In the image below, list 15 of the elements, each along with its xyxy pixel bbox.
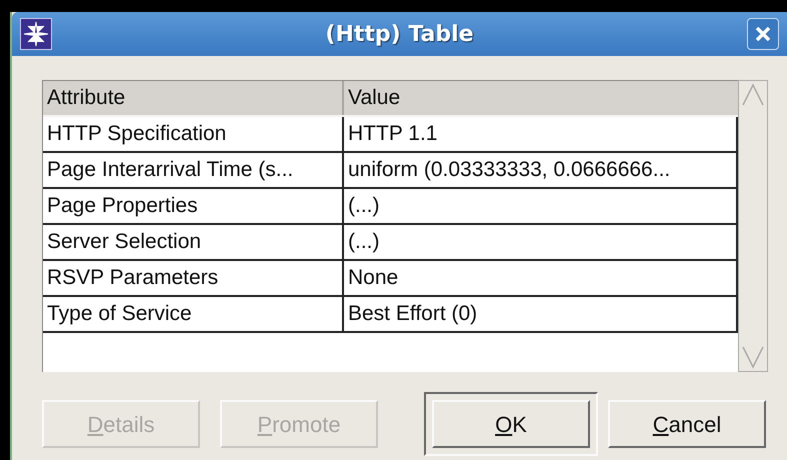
dialog-button[interactable]: Cancel: [608, 400, 766, 448]
table-cell: HTTP Specification: [43, 117, 344, 151]
table-cell: Page Properties: [43, 189, 344, 223]
table-cell: Type of Service: [43, 297, 344, 331]
close-icon: [755, 26, 771, 42]
table-cell: Page Interarrival Time (s...: [43, 153, 344, 187]
app-icon: [20, 18, 52, 50]
column-header[interactable]: Attribute: [43, 81, 344, 115]
table-cell: Server Selection: [43, 225, 344, 259]
dialog-button[interactable]: OK: [432, 400, 590, 448]
close-button[interactable]: [747, 18, 779, 50]
table-cell: RSVP Parameters: [43, 261, 344, 295]
column-header[interactable]: Value: [344, 81, 738, 115]
scrollbar[interactable]: [738, 80, 768, 372]
window-title: (Http) Table: [325, 20, 474, 48]
